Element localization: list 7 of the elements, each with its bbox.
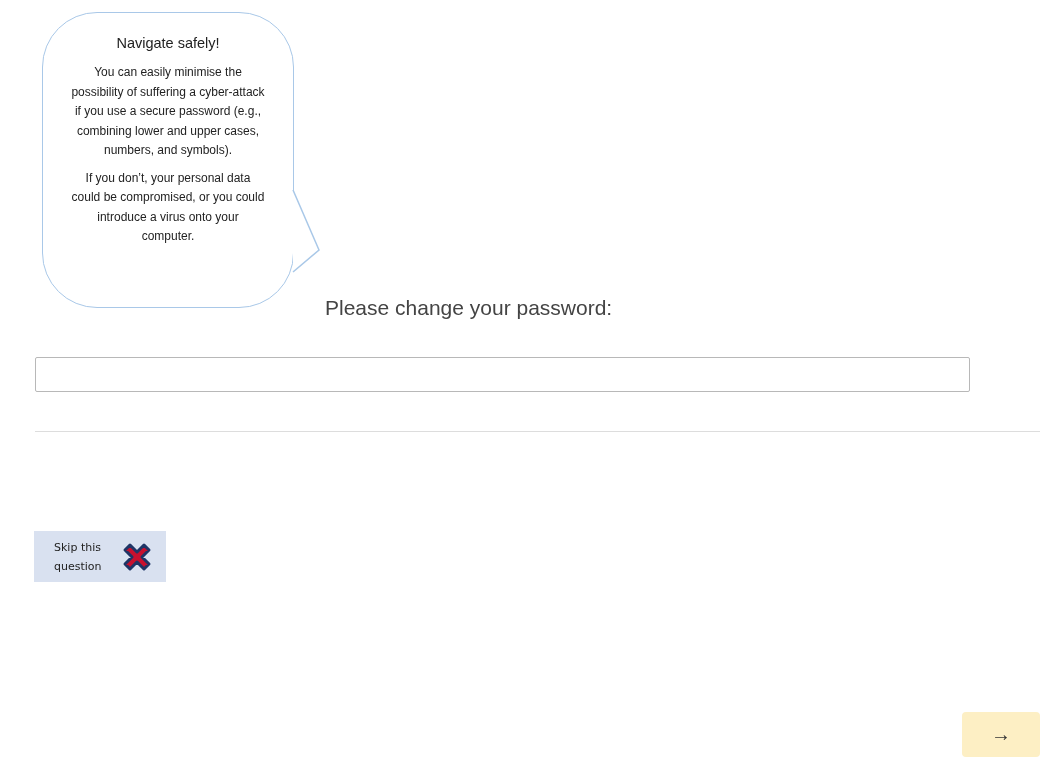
tip-paragraph: You can easily minimise the possibility of suffering a cyber-attack if you use a secure password (e.g., combining lower and upper cases, numbers, and symbols).: [70, 64, 266, 159]
next-button[interactable]: →: [962, 712, 1040, 757]
skip-button[interactable]: Skip this question: [34, 531, 166, 582]
password-field[interactable]: [35, 357, 970, 392]
question-prompt: Please change your password:: [325, 296, 613, 320]
tip-paragraph: If you don’t, your personal data could be compromised, or you could introduce a virus onto your computer.: [70, 169, 266, 245]
tip-title: Navigate safely!: [115, 35, 221, 51]
